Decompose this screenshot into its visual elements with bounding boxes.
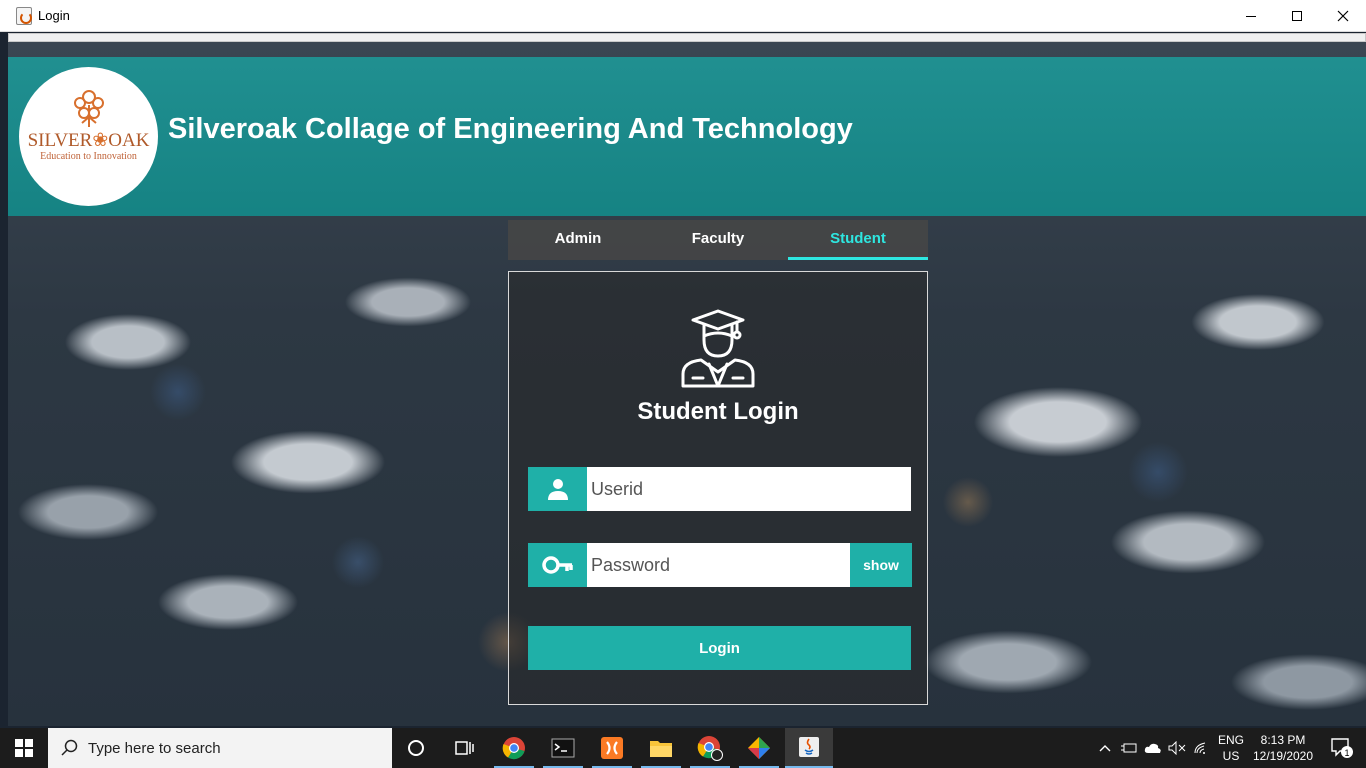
wifi-icon xyxy=(1194,742,1206,754)
chrome-profile-icon xyxy=(697,736,723,761)
password-field xyxy=(528,543,850,587)
tray-volume[interactable] xyxy=(1166,728,1188,768)
header-band: SILVER❀OAK Education to Innovation Silve… xyxy=(8,57,1366,216)
user-icon xyxy=(547,479,568,500)
role-tabs: Admin Faculty Student xyxy=(508,220,928,260)
chevron-up-icon xyxy=(1099,745,1111,752)
taskbar-java[interactable] xyxy=(785,728,833,768)
tray-battery[interactable] xyxy=(1118,728,1140,768)
action-center-button[interactable]: 1 xyxy=(1318,728,1366,768)
windows-icon xyxy=(15,739,33,757)
cloud-icon xyxy=(1144,743,1161,753)
search-icon xyxy=(61,739,78,756)
task-view-button[interactable] xyxy=(440,728,488,768)
clock-time: 8:13 PM xyxy=(1260,733,1306,747)
userid-field xyxy=(528,467,911,511)
login-panel: Student Login show Login xyxy=(508,271,928,705)
window-title: Login xyxy=(38,8,70,23)
key-icon xyxy=(541,556,573,574)
close-button[interactable] xyxy=(1320,0,1366,32)
xampp-icon xyxy=(601,737,623,759)
close-icon xyxy=(1337,10,1349,22)
tray-onedrive[interactable] xyxy=(1142,728,1164,768)
tab-student[interactable]: Student xyxy=(788,220,928,260)
start-button[interactable] xyxy=(0,728,48,768)
cortana-icon xyxy=(408,740,424,756)
taskbar-search[interactable]: Type here to search xyxy=(48,728,392,768)
window-titlebar: Login xyxy=(0,0,1366,32)
taskbar-chrome-profile[interactable] xyxy=(686,728,734,768)
lang-bottom: US xyxy=(1222,749,1240,763)
maximize-button[interactable] xyxy=(1274,0,1320,32)
menu-bar xyxy=(8,33,1366,42)
logo-name: SILVER❀OAK xyxy=(27,130,150,151)
taskbar-clock[interactable]: 8:13 PM 12/19/2020 xyxy=(1248,732,1318,764)
minimize-icon xyxy=(1246,15,1256,17)
taskbar-terminal[interactable] xyxy=(539,728,587,768)
userid-input[interactable] xyxy=(591,467,908,511)
task-view-icon xyxy=(455,741,474,755)
taskbar-git[interactable] xyxy=(735,728,783,768)
logo-tagline: Education to Innovation xyxy=(40,151,137,162)
logo-name-left: SILVER xyxy=(27,130,93,151)
maximize-icon xyxy=(1292,11,1302,21)
student-graduate-icon xyxy=(681,309,755,388)
taskbar-file-explorer[interactable] xyxy=(637,728,685,768)
taskbar-xampp[interactable] xyxy=(588,728,636,768)
java-icon xyxy=(799,737,819,757)
user-icon-box xyxy=(528,467,587,511)
notification-count: 1 xyxy=(1344,748,1349,758)
clock-date: 12/19/2020 xyxy=(1252,749,1314,763)
minimize-button[interactable] xyxy=(1228,0,1274,32)
cortana-button[interactable] xyxy=(392,728,440,768)
taskbar-chrome[interactable] xyxy=(490,728,538,768)
login-button[interactable]: Login xyxy=(528,626,911,670)
git-icon xyxy=(748,737,770,759)
login-title: Student Login xyxy=(637,398,799,425)
lang-top: ENG xyxy=(1217,733,1244,747)
input-language[interactable]: ENG US xyxy=(1214,732,1248,764)
file-explorer-icon xyxy=(650,741,672,757)
tray-network[interactable] xyxy=(1190,728,1212,768)
show-password-button[interactable]: show xyxy=(850,543,912,587)
battery-plug-icon xyxy=(1121,743,1137,753)
java-app-icon xyxy=(16,7,32,25)
college-logo: SILVER❀OAK Education to Innovation xyxy=(19,67,158,206)
search-placeholder: Type here to search xyxy=(88,740,221,757)
notification-icon: 1 xyxy=(1331,738,1353,758)
terminal-icon xyxy=(551,738,575,758)
tab-admin[interactable]: Admin xyxy=(508,220,648,260)
logo-name-right: OAK xyxy=(108,130,150,151)
chrome-icon xyxy=(502,737,525,760)
oak-tree-icon xyxy=(74,90,104,127)
taskbar: Type here to search ENG US 8:13 PM 12/19… xyxy=(0,728,1366,768)
tab-faculty[interactable]: Faculty xyxy=(648,220,788,260)
volume-muted-icon xyxy=(1168,741,1186,755)
college-title: Silveroak Collage of Engineering And Tec… xyxy=(168,113,853,145)
key-icon-box xyxy=(528,543,587,587)
tray-overflow[interactable] xyxy=(1096,728,1114,768)
password-input[interactable] xyxy=(591,543,847,587)
